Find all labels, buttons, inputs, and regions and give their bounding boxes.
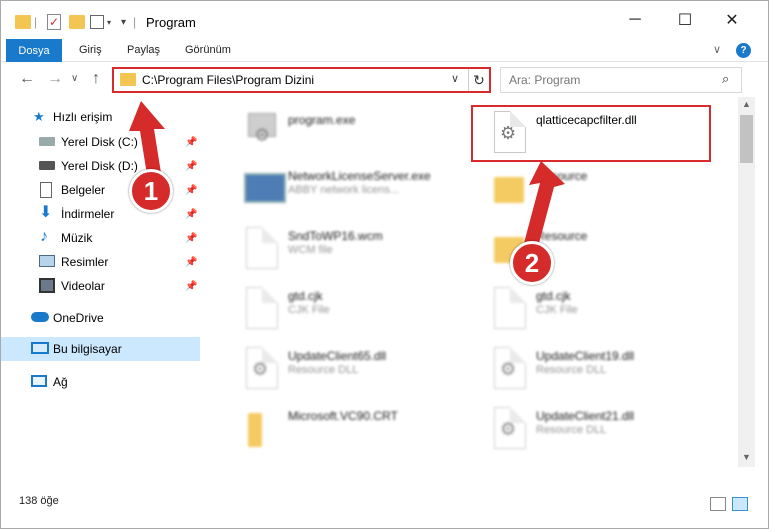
annotation-arrows: [129, 101, 565, 247]
explorer-window: | ✓ ▾ ▾ | Program ─ ☐ ✕ Dosya Giriş Payl…: [0, 0, 769, 529]
step-2-badge: 2: [510, 241, 554, 285]
arrow-1-icon: [129, 101, 165, 175]
arrow-2-icon: [524, 161, 565, 247]
step-1-badge: 1: [129, 169, 173, 213]
